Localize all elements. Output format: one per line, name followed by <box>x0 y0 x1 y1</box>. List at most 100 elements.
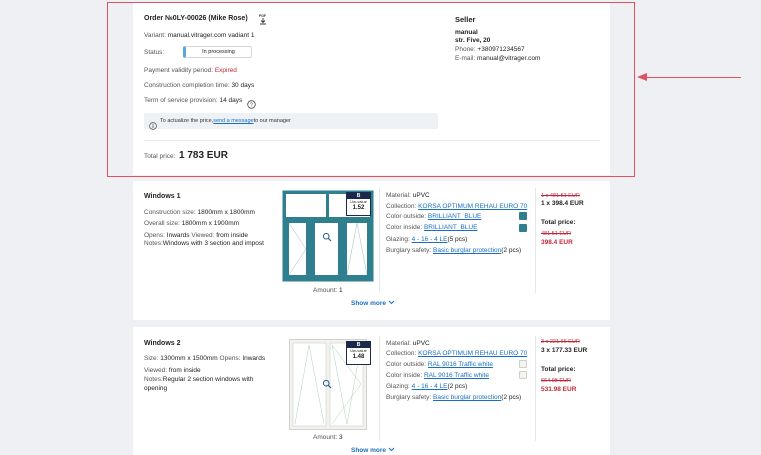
item-1-title: Windows 1 <box>144 193 181 200</box>
color-inside-swatch <box>519 371 527 379</box>
help-icon[interactable]: ? <box>247 96 256 109</box>
burglary-count: (2 pcs) <box>501 394 522 401</box>
item-1-notes: Notes:Windows with 3 section and impost <box>144 240 264 247</box>
item-1-show-more-button[interactable]: Show more <box>351 300 395 307</box>
amount-value: 3 <box>339 434 343 441</box>
item-card-2 <box>133 327 610 455</box>
chevron-down-icon <box>388 447 395 454</box>
color-outside-swatch <box>519 360 527 368</box>
send-message-link[interactable]: send a message <box>213 118 253 124</box>
material-value: uPVC <box>412 192 430 199</box>
color-inside-link[interactable]: BRILLIANT_BLUE <box>424 224 477 231</box>
color-inside-label: Color inside: <box>386 224 423 231</box>
viewed-value: from inside <box>216 232 248 239</box>
color-inside-label: Color inside: <box>386 372 423 379</box>
item-2-burglary: Burglary safety: Basic burglar protectio… <box>386 394 521 401</box>
seller-name: manual <box>455 29 478 36</box>
variant-label: Variant: <box>144 32 166 39</box>
opens-label: Opens: <box>144 232 165 239</box>
burglary-link[interactable]: Basic burglar protection <box>433 247 501 254</box>
size-label: Size: <box>144 355 159 362</box>
collection-label: Collection: <box>386 203 417 210</box>
item-1-color-inside: Color inside: BRILLIANT_BLUE <box>386 224 477 231</box>
divider <box>379 188 380 293</box>
email-value: manual@vitrager.com <box>477 55 541 62</box>
burglary-count: (2 pcs) <box>501 247 522 254</box>
highlight-arrow-line <box>646 77 741 78</box>
glazing-link[interactable]: 4 - 16 - 4 LE <box>412 236 448 243</box>
item-1-old-unit-price: 1 x 481.51 EUR <box>541 193 580 199</box>
zoom-icon[interactable] <box>322 379 332 389</box>
item-2-show-more-button[interactable]: Show more <box>351 447 395 454</box>
color-inside-link[interactable]: RAL 9016 Traffic white <box>424 372 489 379</box>
show-more-label: Show more <box>351 447 387 454</box>
info-text-suffix: to our manager <box>253 118 291 124</box>
item-1-overall-size: Overall size: 1800mm x 1900mm <box>144 220 239 227</box>
item-2-notes: Notes:Regular 2 section windows with <box>144 376 253 383</box>
opens-label: Opens: <box>219 355 241 362</box>
color-outside-link[interactable]: BRILLIANT_BLUE <box>428 213 481 220</box>
payment-row: Payment validity period: Expired <box>144 67 237 74</box>
item-1-color-outside: Color outside: BRILLIANT_BLUE <box>386 213 481 220</box>
construction-size-value: 1800mm x 1800mm <box>197 209 255 216</box>
info-text-prefix: To actualize the price, <box>160 118 214 124</box>
zoom-icon[interactable] <box>322 232 332 242</box>
construction-size-label: Construction size: <box>144 209 196 216</box>
seller-phone: Phone: +380971234567 <box>455 46 525 53</box>
item-2-new-total: 531.98 EUR <box>541 386 577 393</box>
term-value: 14 days <box>219 97 243 104</box>
item-1-uw-badge: B Uw-value 1.52 <box>346 192 371 216</box>
collection-link[interactable]: KORSA OPTIMUM REHAU EURO 70 <box>418 350 527 357</box>
status-badge: In processing <box>183 46 252 58</box>
item-2-notes-line2: opening <box>144 385 168 392</box>
overall-size-label: Overall size: <box>144 220 180 227</box>
email-label: E-mail: <box>455 55 476 62</box>
item-1-opens-viewed: Opens: Inwards Viewed: from inside <box>144 232 248 239</box>
uw-value: 1.48 <box>352 354 365 360</box>
highlight-arrow-head <box>637 73 647 81</box>
pdf-download-icon[interactable]: PDF <box>258 12 268 25</box>
glazing-count: (2 pcs) <box>447 383 468 390</box>
color-outside-label: Color outside: <box>386 361 427 368</box>
price-info-text: To actualize the price,send a messageto … <box>160 118 291 124</box>
phone-value: +380971234567 <box>477 46 525 53</box>
item-1-new-total: 398.4 EUR <box>541 239 573 246</box>
item-1-glazing: Glazing: 4 - 16 - 4 LE(5 pcs) <box>386 236 467 243</box>
collection-link[interactable]: KORSA OPTIMUM REHAU EURO 70 <box>418 203 527 210</box>
glazing-label: Glazing: <box>386 383 410 390</box>
color-outside-link[interactable]: RAL 9016 Traffic white <box>428 361 493 368</box>
seller-address: str. Five, 20 <box>455 37 491 44</box>
color-outside-swatch <box>519 212 527 220</box>
viewed-value: from inside <box>168 367 201 374</box>
uw-value: 1.52 <box>352 205 365 211</box>
item-1-material: Material: uPVC <box>386 192 430 199</box>
burglary-label: Burglary safety: <box>386 247 432 254</box>
notes-label: Notes: <box>144 376 163 383</box>
collection-label: Collection: <box>386 350 417 357</box>
item-2-title: Windows 2 <box>144 340 181 347</box>
item-2-collection: Collection: KORSA OPTIMUM REHAU EURO 70 <box>386 350 527 357</box>
divider <box>379 336 380 441</box>
item-2-color-outside: Color outside: RAL 9016 Traffic white <box>386 361 493 368</box>
payment-status: Expired <box>214 67 237 74</box>
item-1-amount: Amount: 1 <box>313 287 343 294</box>
amount-value: 1 <box>339 287 343 294</box>
material-value: uPVC <box>412 340 430 347</box>
construction-time-value: 30 days <box>231 82 255 89</box>
amount-label: Amount: <box>313 287 338 294</box>
item-2-old-total: 664.98 EUR <box>541 378 571 384</box>
viewed-label: Viewed: <box>144 367 168 374</box>
show-more-label: Show more <box>351 300 387 307</box>
item-2-material: Material: uPVC <box>386 340 430 347</box>
info-icon <box>149 117 157 130</box>
item-2-viewed: Viewed: from inside <box>144 367 201 374</box>
glazing-link[interactable]: 4 - 16 - 4 LE <box>412 383 448 390</box>
item-2-glazing: Glazing: 4 - 16 - 4 LE(2 pcs) <box>386 383 467 390</box>
material-label: Material: <box>386 192 411 199</box>
variant-value: manual.vitrager.com vadiant 1 <box>167 32 255 39</box>
svg-text:PDF: PDF <box>259 14 267 18</box>
item-2-color-inside: Color inside: RAL 9016 Traffic white <box>386 372 489 379</box>
divider <box>144 140 600 141</box>
burglary-link[interactable]: Basic burglar protection <box>433 394 501 401</box>
overall-size-value: 1800mm x 1900mm <box>181 220 240 227</box>
